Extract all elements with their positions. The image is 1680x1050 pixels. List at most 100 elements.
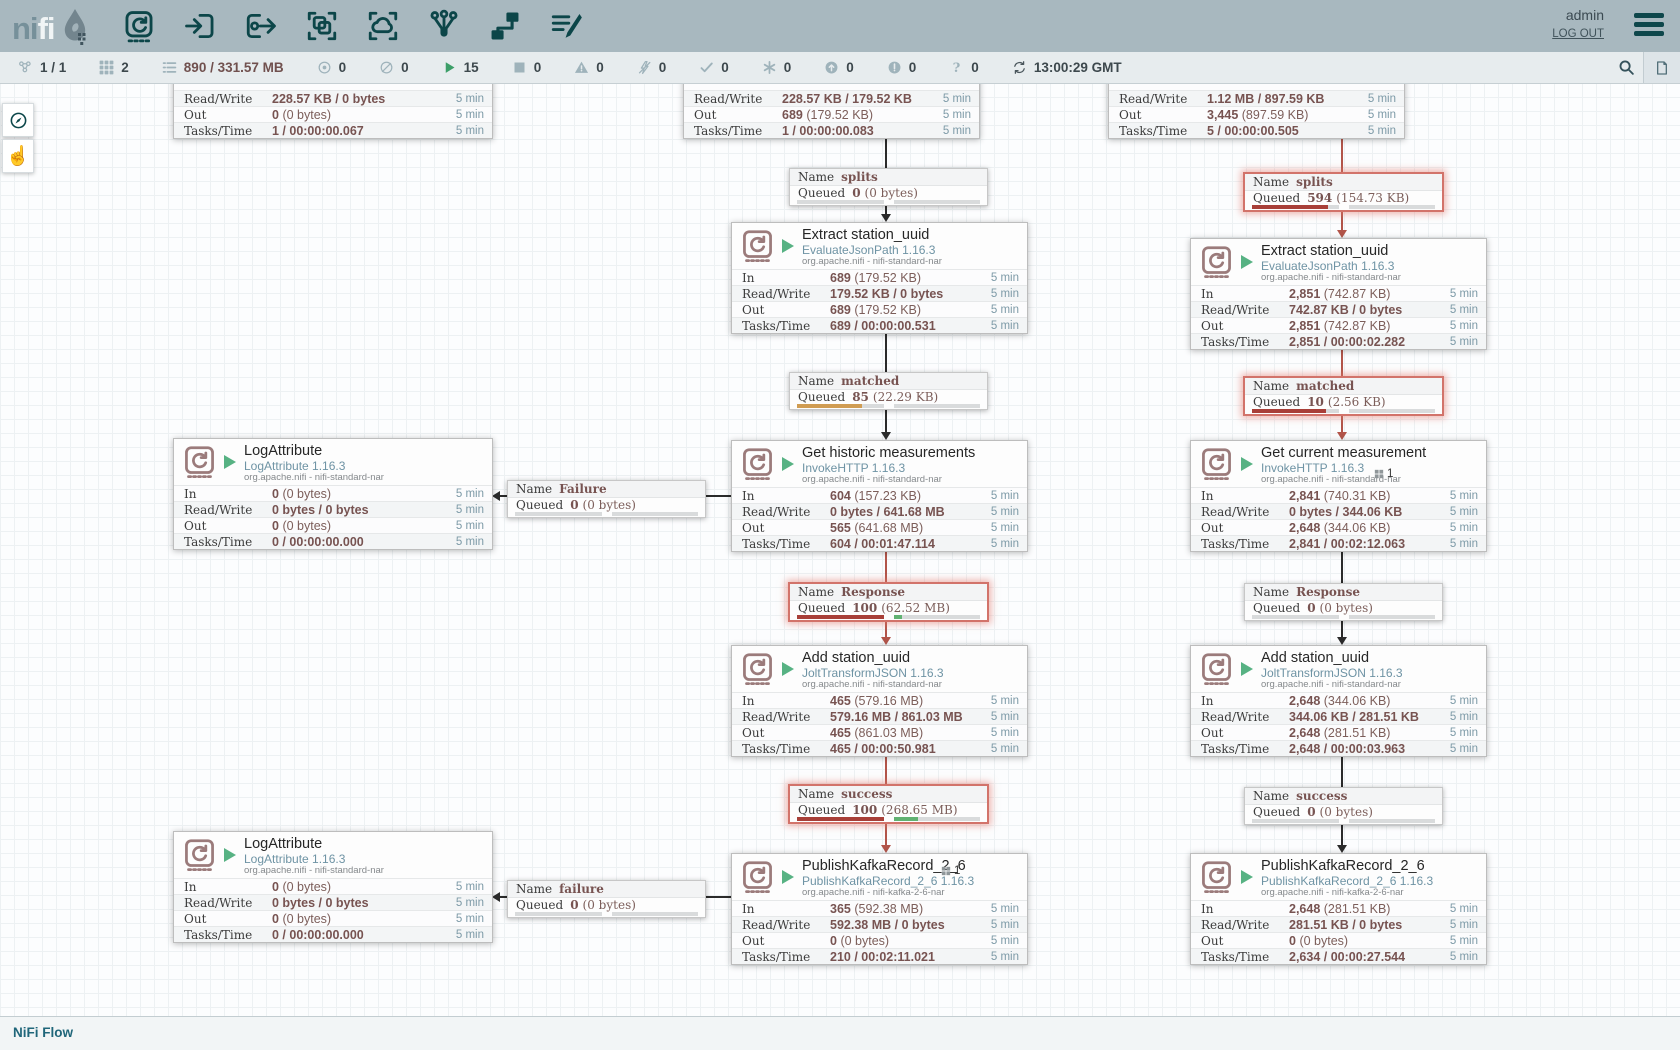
processor-publishM[interactable]: PublishKafkaRecord_2_6 PublishKafkaRecor…: [731, 853, 1028, 965]
logout-link[interactable]: LOG OUT: [1552, 28, 1604, 40]
connection-name: success: [1296, 789, 1347, 803]
connection-label-matchedM[interactable]: Namematched Queued85(22.29 KB): [789, 372, 988, 410]
queued-size: (62.52 MB): [881, 601, 950, 615]
processor-type-icon: [1200, 860, 1233, 893]
stat-row-tasks-time: Tasks/Time2,648 / 00:00:03.9635 min: [1191, 740, 1486, 756]
stat-row-out: Out3,445 (897.59 KB)5 min: [1109, 106, 1404, 122]
stat-row-out: Out689 (179.52 KB)5 min: [684, 106, 979, 122]
stat-row-out: Out565 (641.68 MB)5 min: [732, 519, 1027, 535]
connection-name: Failure: [559, 482, 606, 496]
object-threshold-bar: [1252, 615, 1339, 619]
status-queued: 890 / 331.57 MB: [162, 60, 284, 75]
backpressure-bars: [508, 512, 705, 516]
queued-count: 0: [852, 186, 860, 200]
nifi-droplet-icon: [57, 7, 93, 52]
stat-row-out: Out689 (179.52 KB)5 min: [732, 301, 1027, 317]
connection-label-failTop[interactable]: NameFailure Queued0(0 bytes): [507, 480, 706, 518]
stat-row-in: In2,648 (344.06 KB)5 min: [1191, 692, 1486, 708]
navigate-palette-button[interactable]: [2, 103, 34, 137]
flow-canvas[interactable]: ☝ Read/Write228.57 KB / 0 bytes5 min Out…: [0, 83, 1680, 1017]
funnel-tool-icon[interactable]: [425, 7, 463, 45]
connection-label-responseR[interactable]: NameResponse Queued0(0 bytes): [1244, 583, 1443, 621]
processor-type: InvokeHTTP 1.16.3: [802, 462, 1021, 476]
processor-name: Get current measurement: [1261, 445, 1480, 462]
operate-palette-button[interactable]: ☝: [2, 139, 34, 173]
processor-addM[interactable]: Add station_uuid JoltTransformJSON 1.16.…: [731, 645, 1028, 757]
running-status-icon: [1241, 870, 1253, 884]
running-status-icon: [1241, 457, 1253, 471]
nifi-logo: nifi: [12, 5, 93, 52]
breadcrumb[interactable]: NiFi Flow: [13, 1025, 73, 1040]
connection-label-splitsM[interactable]: Namesplits Queued0(0 bytes): [789, 168, 988, 206]
active-threads-icon: [99, 60, 114, 75]
locally-modified-icon: [762, 60, 777, 75]
label-tool-icon[interactable]: [547, 7, 585, 45]
processor-type-icon: [1200, 652, 1233, 685]
remote-process-group-tool-icon[interactable]: [364, 7, 402, 45]
process-group-tool-icon[interactable]: [303, 7, 341, 45]
queued-size: (0 bytes): [583, 898, 636, 912]
processor-partL[interactable]: Read/Write228.57 KB / 0 bytes5 min Out0 …: [173, 83, 493, 139]
object-threshold-bar: [515, 912, 602, 916]
connection-label-successR[interactable]: Namesuccess Queued0(0 bytes): [1244, 787, 1443, 825]
processor-historic[interactable]: Get historic measurements InvokeHTTP 1.1…: [731, 440, 1028, 552]
connection-label-failBot[interactable]: Namefailure Queued0(0 bytes): [507, 880, 706, 918]
processor-name: PublishKafkaRecord_2_6: [802, 858, 1021, 875]
size-threshold-bar: [1349, 205, 1436, 209]
global-menu-icon[interactable]: [1634, 13, 1664, 40]
arrowhead-icon: [1337, 230, 1347, 238]
queued-count: 85: [852, 390, 869, 404]
stat-row-read-write: Read/Write592.38 MB / 0 bytes5 min: [732, 916, 1027, 932]
size-threshold-bar: [1349, 615, 1436, 619]
search-icon[interactable]: [1609, 52, 1643, 83]
stat-row-read-write: Read/Write742.87 KB / 0 bytes5 min: [1191, 301, 1486, 317]
stat-row-out: Out465 (861.03 MB)5 min: [732, 724, 1027, 740]
queued-size: (22.29 KB): [873, 390, 938, 404]
queued-count: 0: [1307, 805, 1315, 819]
stat-row-out: Out2,648 (344.06 KB)5 min: [1191, 519, 1486, 535]
processor-header: Get historic measurements InvokeHTTP 1.1…: [732, 441, 1027, 487]
processor-publishR[interactable]: PublishKafkaRecord_2_6 PublishKafkaRecor…: [1190, 853, 1487, 965]
processor-type-icon: [741, 860, 774, 893]
object-threshold-bar: [1252, 205, 1339, 209]
threads-grid-icon: [941, 866, 951, 876]
processor-header: Extract station_uuid EvaluateJsonPath 1.…: [732, 223, 1027, 269]
status-last-refreshed[interactable]: 13:00:29 GMT: [1012, 60, 1122, 75]
up-to-date-icon: [699, 60, 714, 75]
stat-row-out: Out0 (0 bytes)5 min: [174, 517, 492, 533]
processor-header: PublishKafkaRecord_2_6 PublishKafkaRecor…: [1191, 854, 1486, 900]
queued-size: (154.73 KB): [1336, 191, 1409, 205]
size-threshold-bar: [1349, 819, 1436, 823]
connection-label-responseM[interactable]: NameResponse Queued100(62.52 MB): [788, 582, 989, 622]
processor-type: EvaluateJsonPath 1.16.3: [802, 244, 1021, 258]
processor-extractM[interactable]: Extract station_uuid EvaluateJsonPath 1.…: [731, 222, 1028, 334]
stat-row-read-write: Read/Write0 bytes / 0 bytes5 min: [174, 501, 492, 517]
size-threshold-bar: [612, 512, 699, 516]
refresh-icon[interactable]: [1012, 60, 1027, 75]
processor-name: PublishKafkaRecord_2_6: [1261, 858, 1480, 875]
processor-type-icon: [1200, 245, 1233, 278]
processor-header: Extract station_uuid EvaluateJsonPath 1.…: [1191, 239, 1486, 285]
stat-row-tasks-time: Tasks/Time210 / 00:02:11.0215 min: [732, 948, 1027, 964]
stat-row-read-write: Read/Write579.16 MB / 861.03 MB5 min: [732, 708, 1027, 724]
status-items: 1 / 12890 / 331.57 MB00150000000?013:00:…: [18, 52, 1122, 83]
connection-name: splits: [1296, 175, 1333, 189]
connection-label-matchedR[interactable]: Namematched Queued10(2.56 KB): [1243, 376, 1444, 416]
processor-log2[interactable]: LogAttribute LogAttribute 1.16.3 org.apa…: [173, 831, 493, 943]
processor-addR[interactable]: Add station_uuid JoltTransformJSON 1.16.…: [1190, 645, 1487, 757]
connection-label-splitsR[interactable]: Namesplits Queued594(154.73 KB): [1243, 172, 1444, 212]
processor-current[interactable]: Get current measurement InvokeHTTP 1.16.…: [1190, 440, 1487, 552]
backpressure-bars: [1245, 205, 1442, 209]
new-template-button[interactable]: [1643, 52, 1680, 83]
processor-partM[interactable]: Read/Write228.57 KB / 179.52 KB5 min Out…: [683, 83, 980, 139]
processor-extractR[interactable]: Extract station_uuid EvaluateJsonPath 1.…: [1190, 238, 1487, 350]
processor-log1[interactable]: LogAttribute LogAttribute 1.16.3 org.apa…: [173, 438, 493, 550]
template-tool-icon[interactable]: [486, 7, 524, 45]
locally-modified-stale-icon: [887, 60, 902, 75]
status-bar: 1 / 12890 / 331.57 MB00150000000?013:00:…: [0, 52, 1680, 84]
output-port-tool-icon[interactable]: [242, 7, 280, 45]
processor-tool-icon[interactable]: [120, 7, 158, 45]
input-port-tool-icon[interactable]: [181, 7, 219, 45]
processor-partR[interactable]: Read/Write1.12 MB / 897.59 KB5 min Out3,…: [1108, 83, 1405, 139]
connection-label-successM[interactable]: Namesuccess Queued100(268.65 MB): [788, 784, 989, 824]
